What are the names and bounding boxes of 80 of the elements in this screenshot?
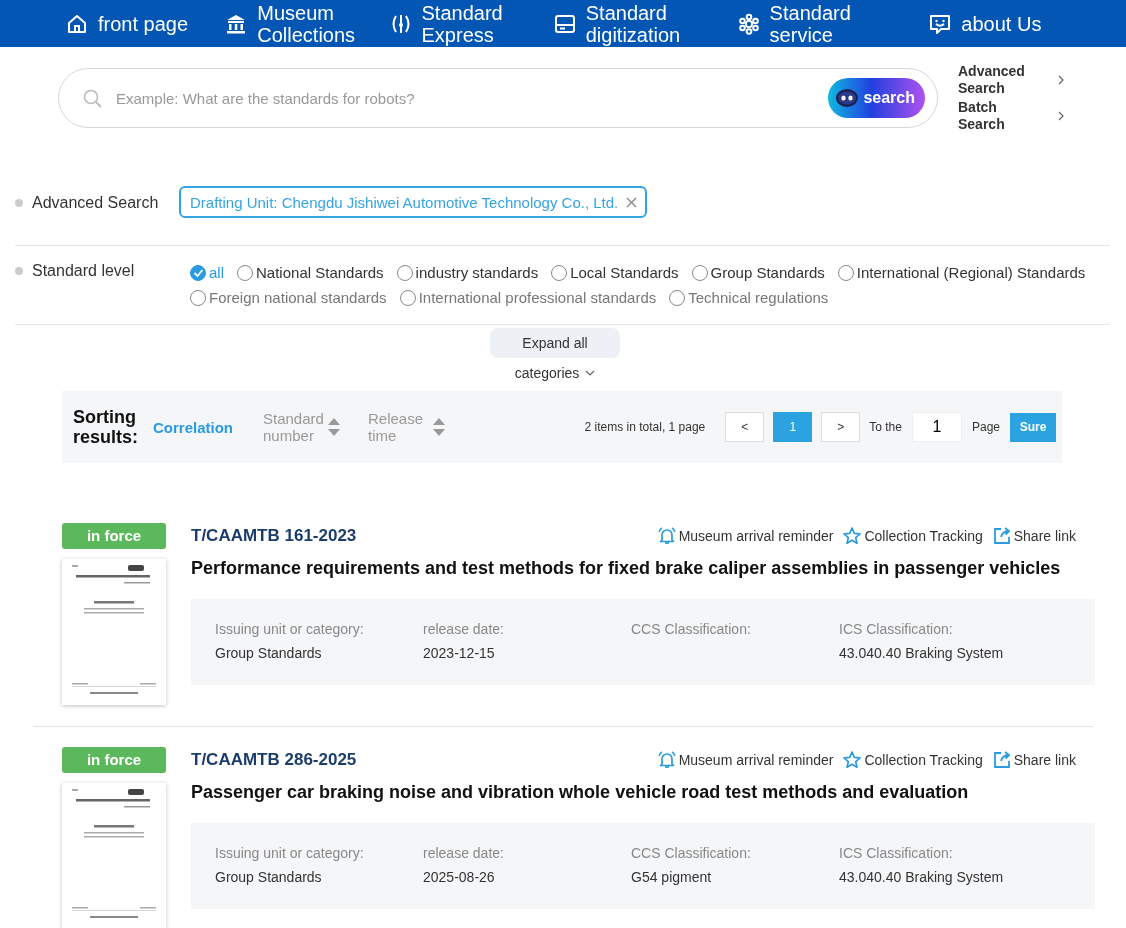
radio-button[interactable] (551, 264, 568, 281)
star-icon (843, 527, 862, 545)
sort-arrows-icon (433, 418, 445, 436)
share-icon (992, 527, 1011, 545)
filter-label: Advanced Search (32, 193, 159, 213)
bell-icon (657, 751, 676, 769)
share-icon (992, 751, 1011, 769)
radio-button[interactable] (190, 264, 206, 281)
radio-button[interactable] (396, 264, 413, 281)
nav-item[interactable]: Standard digitization (553, 1, 738, 46)
status-badge: in force (62, 523, 166, 549)
chevron-right-icon (1058, 75, 1065, 85)
bullet-dot (15, 199, 23, 207)
star-icon (843, 751, 862, 769)
field-label: release date: (423, 845, 505, 861)
field-value: G54 pigment (631, 869, 713, 886)
search-link[interactable]: Advanced Search (958, 63, 1065, 97)
standard-code[interactable]: T/CAAMTB 161-2023 (191, 526, 357, 546)
nav-item[interactable]: about Us (929, 12, 1126, 35)
expand-all-button[interactable]: Expand all (490, 328, 620, 358)
radio-button[interactable] (237, 264, 253, 281)
nav-item[interactable]: front page (66, 12, 226, 35)
radio-option[interactable]: Group Standards (691, 264, 825, 281)
chat-smile-icon (929, 12, 952, 35)
result-summary: 2 items in total, 1 page (584, 420, 706, 434)
nav-item[interactable]: Standard Express (389, 1, 554, 46)
radio-option[interactable]: industry standards (396, 264, 539, 281)
standard-title[interactable]: Performance requirements and test methods for fixed brake caliper assemblies in passenger vehicles (191, 558, 1095, 579)
close-icon (626, 196, 638, 208)
action-link[interactable]: Museum arrival reminder (657, 751, 834, 769)
action-link[interactable]: Share link (992, 751, 1076, 769)
radio-button[interactable] (837, 264, 854, 281)
status-badge: in force (62, 747, 166, 773)
next-page-button[interactable]: > (821, 412, 861, 442)
field-value: 43.040.40 Braking System (839, 869, 1005, 886)
field-value: 2023-12-15 (423, 645, 496, 662)
radio-button[interactable] (691, 264, 708, 281)
search-icon (83, 88, 102, 108)
page-input[interactable]: 1 (911, 412, 962, 442)
chevron-down-icon (585, 370, 596, 376)
radio-option[interactable]: Local Standards (551, 264, 679, 281)
filter-label: Standard level (32, 261, 135, 281)
flower-icon (737, 12, 760, 35)
field-label: CCS Classification: (631, 621, 752, 637)
standard-code[interactable]: T/CAAMTB 286-2025 (191, 750, 357, 770)
field-value: Group Standards (215, 645, 323, 662)
action-link[interactable]: Share link (992, 527, 1076, 545)
search-link[interactable]: Batch Search (958, 99, 1065, 133)
field-label: release date: (423, 621, 505, 637)
radio-option[interactable]: International (Regional) Standards (837, 264, 1086, 281)
categories-toggle[interactable]: categories (514, 365, 596, 381)
home-icon (66, 12, 88, 35)
bell-icon (657, 527, 676, 545)
field-value: Group Standards (215, 869, 323, 886)
action-link[interactable]: Collection Tracking (843, 751, 983, 769)
goto-label: To the (869, 420, 902, 434)
page-label: Page (971, 420, 1000, 434)
standard-title[interactable]: Passenger car braking noise and vibration whole vehicle road test methods and evaluation (191, 782, 1095, 803)
nav-item[interactable]: Museum Collections (225, 1, 390, 46)
check-icon (192, 267, 204, 278)
previous-page-button[interactable]: < (725, 412, 765, 442)
field-label: CCS Classification: (631, 845, 752, 861)
field-label: Issuing unit or category: (215, 845, 365, 861)
search-button[interactable]: search (828, 78, 925, 118)
chevron-right-icon (1058, 111, 1065, 121)
action-link[interactable]: Museum arrival reminder (657, 527, 834, 545)
robot-icon (835, 86, 860, 110)
nav-item[interactable]: Standard service (737, 1, 930, 46)
bullet-dot (15, 267, 23, 275)
sort-arrows-icon (328, 418, 340, 436)
field-value: 43.040.40 Braking System (839, 645, 1005, 662)
field-label: ICS Classification: (839, 621, 954, 637)
monitor-icon (553, 12, 576, 35)
field-value: 2025-08-26 (423, 869, 496, 886)
action-link[interactable]: Collection Tracking (843, 527, 983, 545)
building-icon (225, 12, 248, 35)
radio-option[interactable]: National Standards (237, 264, 384, 281)
field-label: Issuing unit or category: (215, 621, 365, 637)
sort-label: Sorting results: (73, 407, 140, 447)
field-label: ICS Classification: (839, 845, 954, 861)
